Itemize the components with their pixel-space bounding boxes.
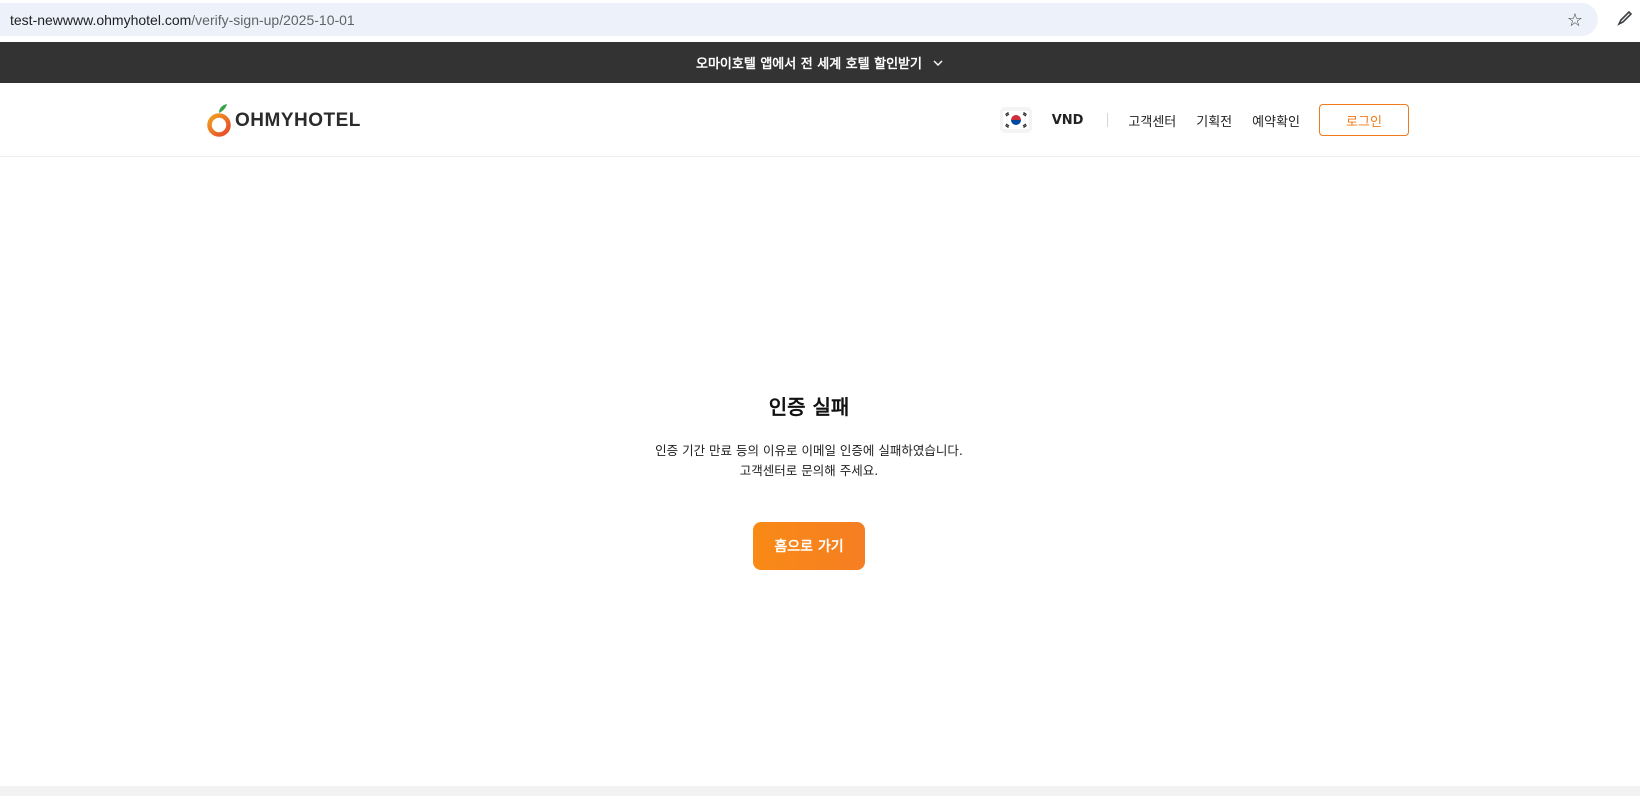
nav-divider <box>1107 113 1109 127</box>
header-nav: VND 고객센터 기획전 예약확인 로그인 <box>999 104 1409 136</box>
site-header: OHMYHOTEL VND 고객센터 기획전 예약확인 로그인 <box>0 83 1640 157</box>
edit-pen-icon[interactable] <box>1616 9 1634 27</box>
logo-wordmark: OHMYHOTEL <box>235 110 361 131</box>
currency-selector[interactable]: VND <box>1052 113 1084 128</box>
page-title: 인증 실패 <box>768 395 850 419</box>
bookmark-star-icon[interactable]: ☆ <box>1565 11 1585 31</box>
promo-banner-text: 오마이호텔 앱에서 전 세계 호텔 할인받기 <box>696 57 922 72</box>
footer-strip <box>0 786 1640 796</box>
browser-toolbar: test-newwww.ohmyhotel.com/verify-sign-up… <box>0 0 1640 41</box>
chevron-down-icon <box>933 60 943 66</box>
url-text[interactable]: test-newwww.ohmyhotel.com/verify-sign-up… <box>10 12 355 28</box>
url-host: test-newwww.ohmyhotel.com <box>10 12 192 28</box>
orange-logo-icon <box>207 104 231 137</box>
app-promo-banner[interactable]: 오마이호텔 앱에서 전 세계 호텔 할인받기 <box>0 42 1640 83</box>
nav-promotions[interactable]: 기획전 <box>1196 111 1232 130</box>
nav-booking-check[interactable]: 예약확인 <box>1252 111 1300 130</box>
korea-flag-icon[interactable] <box>999 107 1032 133</box>
go-home-button[interactable]: 홈으로 가기 <box>753 522 865 570</box>
description-line-2: 고객센터로 문의해 주세요. <box>739 463 879 478</box>
description-line-1: 인증 기간 만료 등의 이유로 이메일 인증에 실패하였습니다. <box>655 443 963 458</box>
nav-customer-center[interactable]: 고객센터 <box>1128 111 1176 130</box>
error-description: 인증 기간 만료 등의 이유로 이메일 인증에 실패하였습니다. 고객센터로 문… <box>0 441 1618 481</box>
url-path: /verify-sign-up/2025-10-01 <box>191 12 355 28</box>
ohmyhotel-logo[interactable]: OHMYHOTEL <box>207 103 361 139</box>
address-bar[interactable]: test-newwww.ohmyhotel.com/verify-sign-up… <box>0 3 1598 36</box>
login-button[interactable]: 로그인 <box>1319 104 1409 136</box>
verification-result: 인증 실패 인증 기간 만료 등의 이유로 이메일 인증에 실패하였습니다. 고… <box>0 158 1640 786</box>
korea-flag-graphic <box>1002 111 1029 129</box>
